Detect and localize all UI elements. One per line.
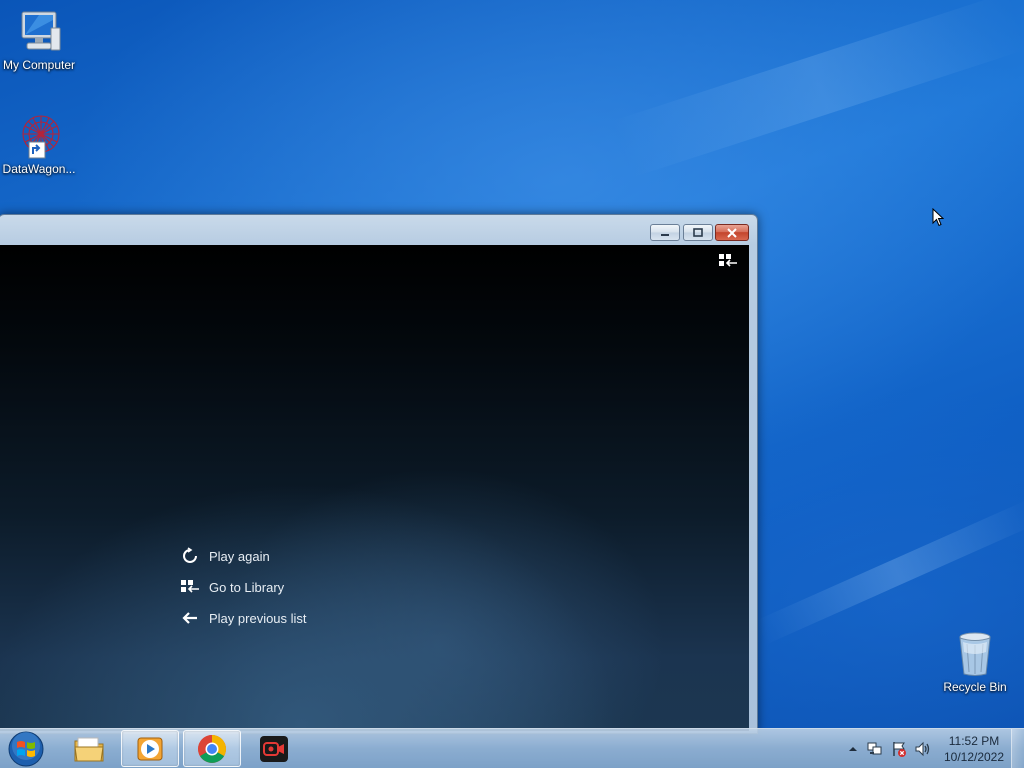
desktop-icon-recycle-bin[interactable]: Recycle Bin bbox=[936, 630, 1014, 694]
go-to-library-link[interactable]: Go to Library bbox=[180, 576, 284, 598]
chrome-icon bbox=[198, 734, 226, 763]
wallpaper-streak bbox=[610, 0, 1024, 179]
close-icon bbox=[727, 227, 737, 238]
datawagon-shortcut-icon bbox=[15, 112, 63, 160]
play-again-link[interactable]: Play again bbox=[180, 545, 270, 567]
desktop-icon-label: My Computer bbox=[2, 58, 76, 72]
network-icon[interactable] bbox=[866, 740, 884, 758]
maximize-button[interactable] bbox=[683, 224, 713, 241]
play-again-label: Play again bbox=[209, 548, 270, 564]
mouse-cursor-icon bbox=[932, 208, 944, 227]
wallpaper-streak bbox=[754, 499, 1024, 645]
show-hidden-icons-icon[interactable] bbox=[844, 740, 862, 758]
desktop-icon-my-computer[interactable]: My Computer bbox=[0, 8, 78, 72]
action-center-icon[interactable] bbox=[890, 740, 908, 758]
my-computer-icon bbox=[15, 8, 63, 56]
system-tray: 11:52 PM 10/12/2022 bbox=[842, 729, 1024, 768]
taskbar: 11:52 PM 10/12/2022 bbox=[0, 728, 1024, 768]
clock[interactable]: 11:52 PM 10/12/2022 bbox=[941, 733, 1007, 765]
desktop-icon-label: Recycle Bin bbox=[943, 680, 1007, 694]
taskbar-file-explorer[interactable] bbox=[60, 730, 118, 767]
play-previous-list-label: Play previous list bbox=[209, 610, 307, 626]
windows-start-icon bbox=[8, 731, 44, 767]
switch-to-library-icon bbox=[719, 254, 737, 267]
media-player-window: Play again Go to Library Play previous l… bbox=[0, 214, 758, 734]
taskbar-screen-recorder[interactable] bbox=[245, 730, 303, 767]
media-player-icon bbox=[137, 737, 163, 760]
maximize-icon bbox=[693, 227, 703, 237]
show-desktop-button[interactable] bbox=[1011, 729, 1024, 768]
video-recorder-icon bbox=[260, 735, 288, 762]
replay-icon bbox=[180, 547, 200, 565]
minimize-icon bbox=[661, 233, 669, 236]
clock-time: 11:52 PM bbox=[948, 734, 1000, 748]
close-button[interactable] bbox=[715, 224, 749, 241]
now-playing-area[interactable]: Play again Go to Library Play previous l… bbox=[0, 245, 749, 731]
taskbar-media-player[interactable] bbox=[121, 730, 179, 767]
recycle-bin-icon bbox=[951, 630, 999, 678]
go-to-library-label: Go to Library bbox=[209, 579, 285, 595]
taskbar-chrome[interactable] bbox=[183, 730, 241, 767]
start-button[interactable] bbox=[6, 730, 46, 768]
desktop: My Computer DataWagon... Recycle Bin Pla… bbox=[0, 0, 1024, 768]
desktop-icon-datawagon[interactable]: DataWagon... bbox=[0, 112, 78, 176]
window-titlebar[interactable] bbox=[0, 215, 757, 245]
desktop-icon-label: DataWagon... bbox=[2, 162, 76, 176]
play-previous-list-link[interactable]: Play previous list bbox=[180, 607, 307, 629]
clock-date: 10/12/2022 bbox=[943, 750, 1005, 764]
minimize-button[interactable] bbox=[650, 224, 680, 241]
folder-icon bbox=[74, 737, 104, 761]
library-icon bbox=[180, 578, 200, 596]
back-arrow-icon bbox=[180, 609, 200, 627]
volume-icon[interactable] bbox=[914, 740, 932, 758]
switch-to-library-button[interactable] bbox=[718, 252, 738, 270]
